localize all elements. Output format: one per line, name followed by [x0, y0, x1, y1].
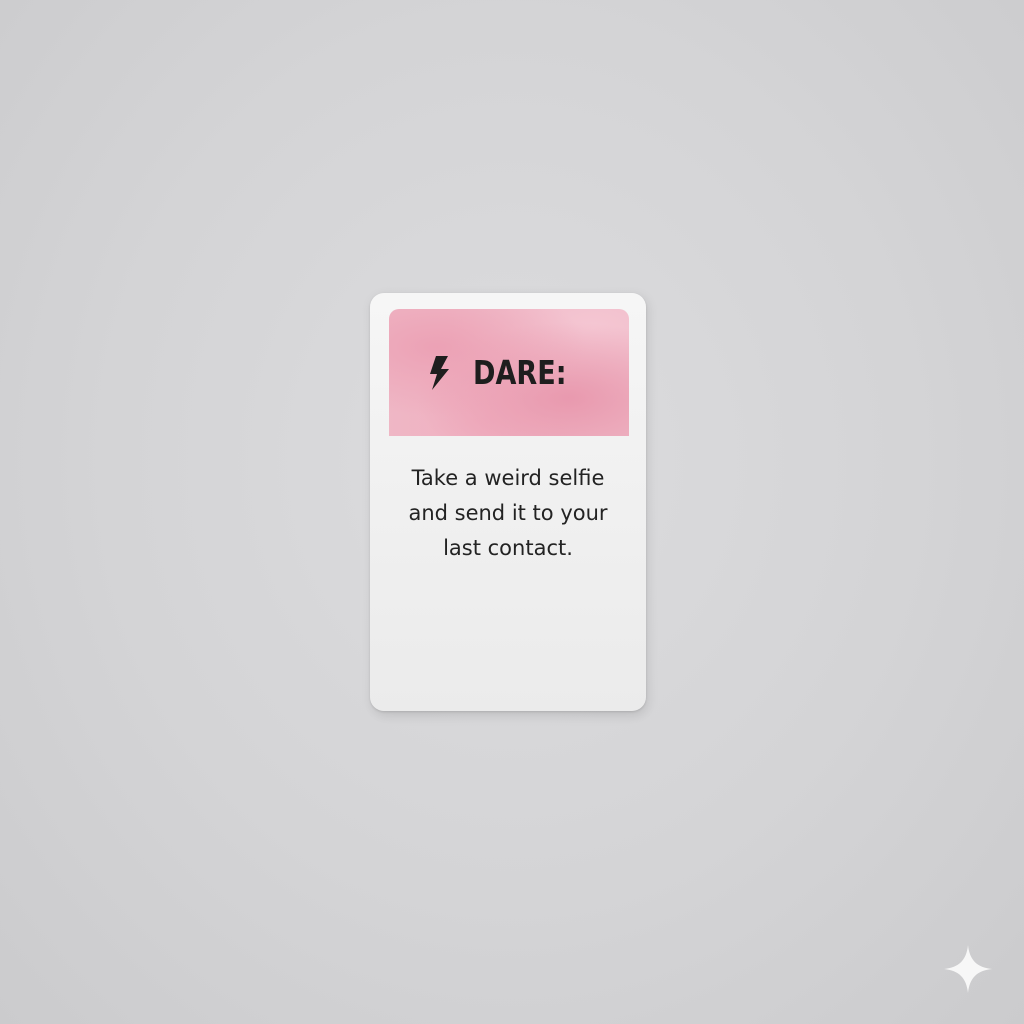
card-prompt: Take a weird selfie and send it to your … — [370, 461, 646, 566]
dare-card: DARE: Take a weird selfie and send it to… — [370, 293, 646, 711]
card-prompt-line: last contact. — [443, 536, 573, 560]
card-prompt-line: Take a weird selfie — [411, 466, 605, 490]
lightning-bolt-icon — [430, 356, 449, 390]
sparkle-icon — [944, 945, 992, 993]
card-header: DARE: — [389, 309, 629, 436]
card-title: DARE: — [473, 353, 567, 392]
card-prompt-line: and send it to your — [408, 501, 608, 525]
